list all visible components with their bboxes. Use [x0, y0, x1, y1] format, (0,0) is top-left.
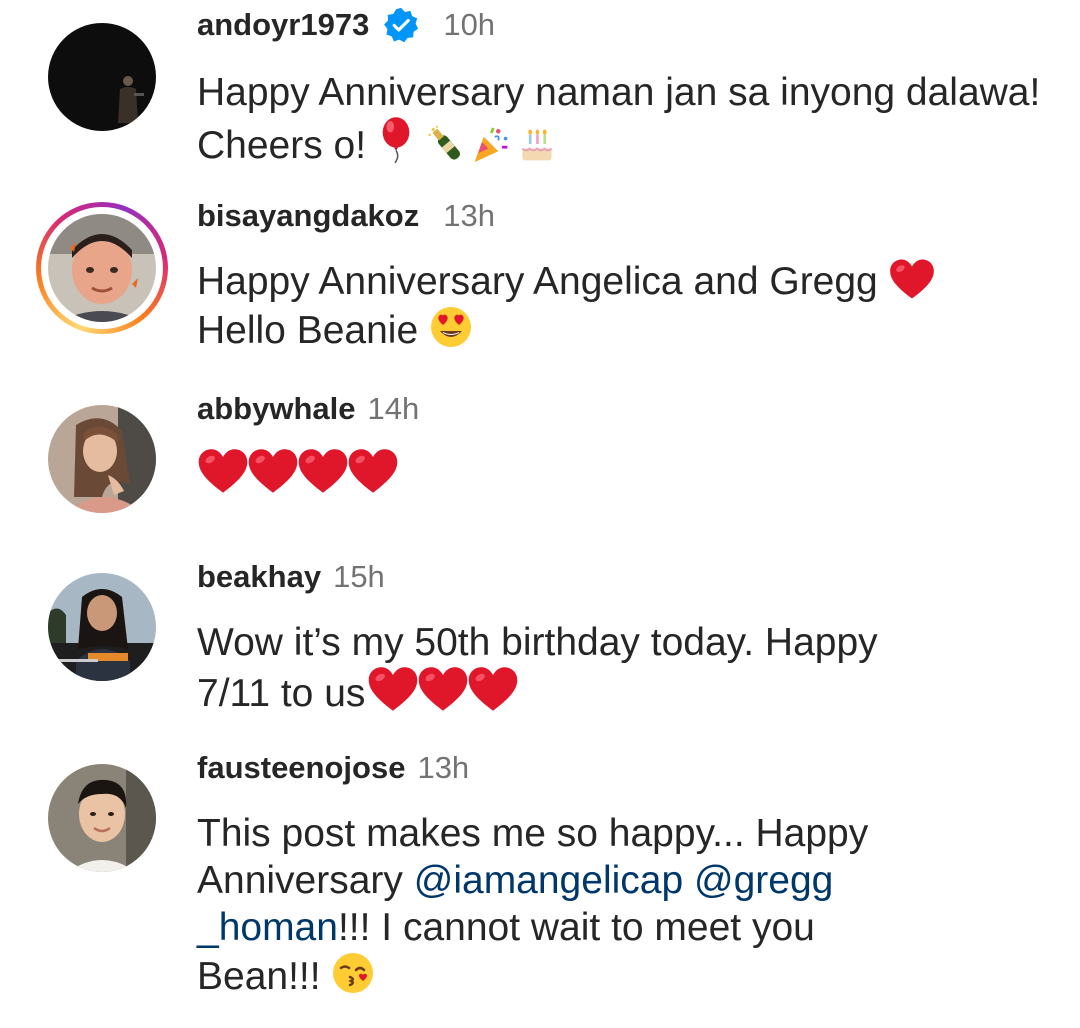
- username[interactable]: andoyr1973: [197, 7, 369, 43]
- red-heart-icon: [889, 258, 935, 300]
- mention-link[interactable]: @gregg: [694, 859, 833, 902]
- red-heart-icon: [347, 448, 399, 494]
- balloon-icon: [377, 116, 415, 164]
- avatar[interactable]: [48, 573, 156, 681]
- red-heart-icon: [297, 448, 349, 494]
- red-heart-icon: [417, 666, 469, 712]
- timestamp: 10h: [443, 7, 496, 42]
- avatar[interactable]: [48, 23, 156, 131]
- comment-body-line2: 7/11 to us: [197, 672, 366, 715]
- comment-meta: beakhay 15h: [197, 557, 385, 597]
- comment-body-line2: Hello Beanie: [197, 309, 419, 352]
- username[interactable]: bisayangdakoz: [197, 198, 419, 234]
- heart-eyes-icon: [429, 305, 473, 349]
- verified-badge-icon: [383, 7, 419, 43]
- avatar[interactable]: [48, 764, 156, 872]
- red-heart-icon: [467, 666, 519, 712]
- timestamp: 13h: [417, 750, 470, 785]
- comment-body-line2: Anniversary: [197, 859, 414, 902]
- timestamp: 13h: [443, 198, 495, 233]
- mention-link[interactable]: _homan: [197, 906, 338, 949]
- kissing-face-icon: [331, 951, 375, 995]
- comment-text: Happy Anniversary Angelica and Gregg Hel…: [197, 258, 1057, 354]
- comment-meta: bisayangdakoz 13h: [197, 196, 495, 236]
- timestamp: 15h: [333, 559, 385, 594]
- comment-body-line4: Bean!!!: [197, 955, 321, 998]
- comment-text: Wow it’s my 50th birthday today. Happy 7…: [197, 619, 1057, 717]
- avatar: [48, 214, 156, 322]
- timestamp: 14h: [367, 391, 420, 426]
- comment-body-line1: Happy Anniversary Angelica and Gregg: [197, 260, 878, 303]
- comment-text: [197, 448, 1057, 499]
- username[interactable]: abbywhale: [197, 391, 356, 427]
- champagne-icon: [426, 124, 466, 164]
- comment-meta: andoyr1973 10h: [197, 5, 495, 45]
- comment-text: This post makes me so happy... Happy Ann…: [197, 810, 1057, 1000]
- comment-meta: fausteenojose 13h: [197, 748, 469, 788]
- party-popper-icon: [471, 124, 511, 164]
- comment-body-line1: Wow it’s my 50th birthday today. Happy: [197, 621, 878, 664]
- red-heart-icon: [197, 448, 249, 494]
- comment-text: Happy Anniversary naman jan sa inyong da…: [197, 69, 1057, 169]
- comment-body-line3: !!! I cannot wait to meet you: [337, 906, 815, 949]
- username[interactable]: fausteenojose: [197, 750, 405, 786]
- avatar[interactable]: [48, 405, 156, 513]
- mention-link[interactable]: @iamangelicap: [414, 859, 683, 902]
- story-ring[interactable]: [36, 202, 168, 334]
- red-heart-icon: [367, 666, 419, 712]
- red-heart-icon: [247, 448, 299, 494]
- username[interactable]: beakhay: [197, 559, 321, 595]
- comment-body-line1: This post makes me so happy... Happy: [197, 812, 869, 855]
- comment-body: Happy Anniversary naman jan sa inyong da…: [197, 71, 1041, 167]
- comment-meta: abbywhale 14h: [197, 389, 419, 429]
- birthday-cake-icon: [517, 124, 557, 164]
